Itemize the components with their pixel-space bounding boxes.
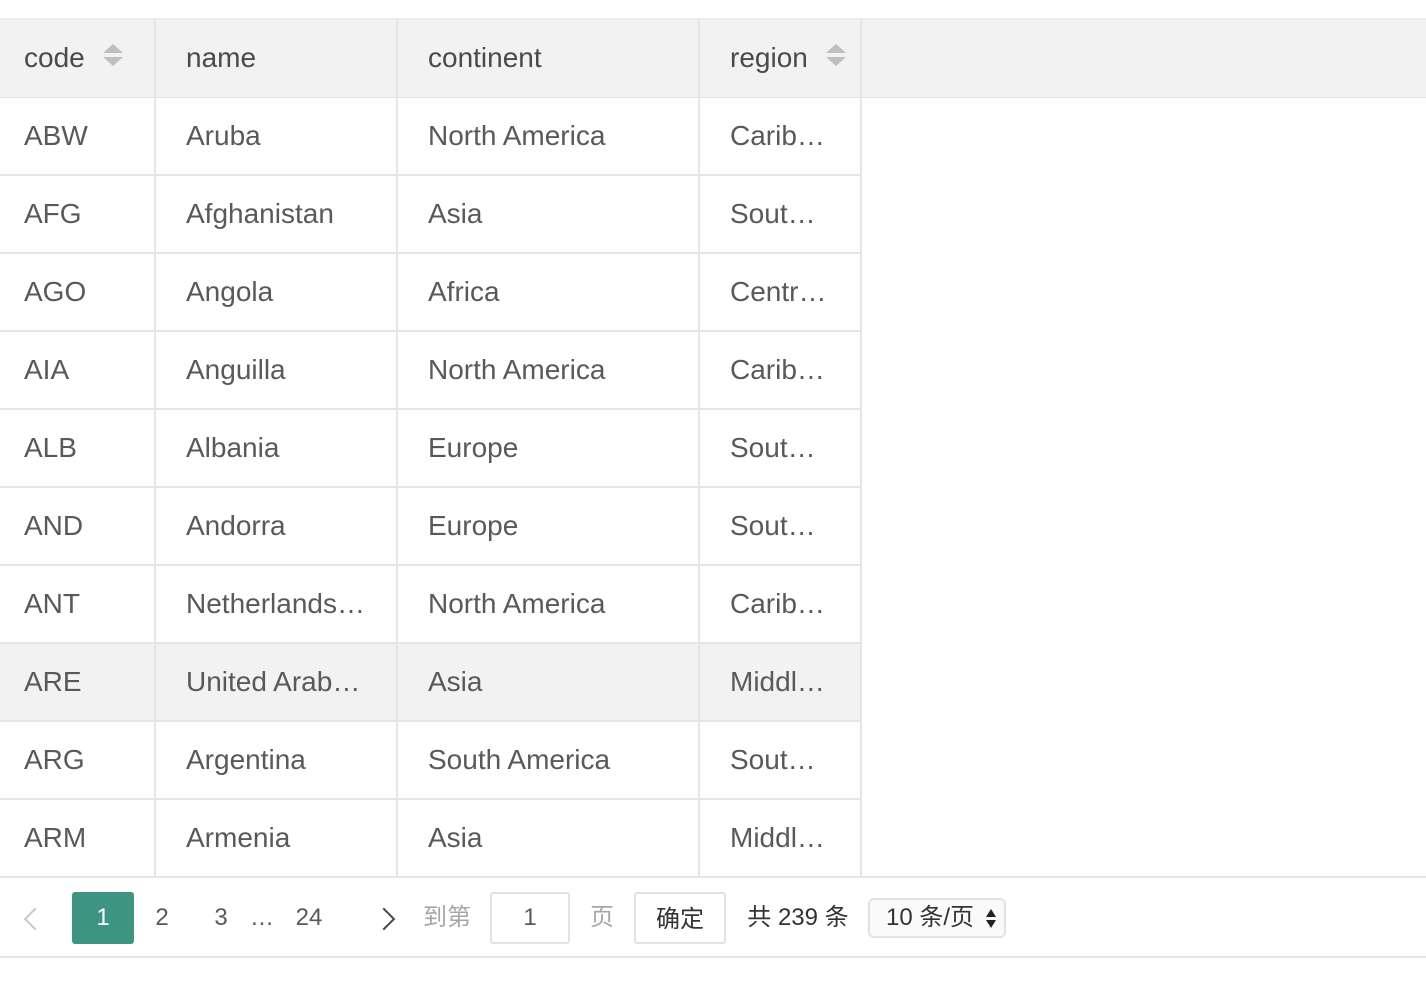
- select-arrows-icon: [986, 908, 996, 930]
- cell-region: Middl…: [699, 643, 862, 722]
- chevron-left-icon: [23, 907, 47, 931]
- cell-name: Armenia: [155, 799, 398, 878]
- cell-code: ARM: [0, 799, 156, 878]
- cell-continent: Europe: [397, 409, 700, 488]
- cell-region: Carib…: [699, 97, 862, 176]
- chevron-right-icon: [372, 907, 396, 931]
- cell-continent: North America: [397, 565, 700, 644]
- cell-code: ABW: [0, 97, 156, 176]
- cell-code: ARE: [0, 643, 156, 722]
- cell-region: Sout…: [699, 721, 862, 800]
- column-header-code[interactable]: code: [0, 20, 156, 98]
- cell-name: Anguilla: [155, 331, 398, 410]
- data-table: code name continent region ABW Aruba Nor…: [0, 20, 862, 878]
- table-row[interactable]: ANT Netherlands… North America Carib…: [0, 565, 862, 644]
- table-row[interactable]: AFG Afghanistan Asia Sout…: [0, 175, 862, 254]
- table-row[interactable]: AIA Anguilla North America Carib…: [0, 331, 862, 410]
- confirm-goto-button[interactable]: 确定: [634, 892, 726, 944]
- cell-code: ARG: [0, 721, 156, 800]
- table-row[interactable]: ARG Argentina South America Sout…: [0, 721, 862, 800]
- cell-name: United Arab…: [155, 643, 398, 722]
- sort-icon[interactable]: [102, 44, 123, 68]
- cell-name: Angola: [155, 253, 398, 332]
- cell-continent: Asia: [397, 643, 700, 722]
- cell-continent: North America: [397, 331, 700, 410]
- cell-code: ALB: [0, 409, 156, 488]
- table-row[interactable]: ALB Albania Europe Sout…: [0, 409, 862, 488]
- page-button-3[interactable]: 3: [201, 892, 241, 944]
- column-header-label: name: [186, 42, 257, 74]
- table-header-row: code name continent region: [0, 20, 862, 98]
- cell-continent: Africa: [397, 253, 700, 332]
- goto-prefix-label: 到第: [423, 904, 471, 931]
- table-row[interactable]: ARE United Arab… Asia Middl…: [0, 643, 862, 722]
- cell-code: AIA: [0, 331, 156, 410]
- table-row[interactable]: ARM Armenia Asia Middl…: [0, 799, 862, 878]
- cell-region: Carib…: [699, 331, 862, 410]
- column-header-label: code: [24, 42, 85, 74]
- cell-continent: North America: [397, 97, 700, 176]
- cell-region: Sout…: [699, 487, 862, 566]
- goto-page-input[interactable]: [490, 892, 570, 944]
- column-header-continent: continent: [397, 20, 700, 98]
- page-size-value: 10 条/页: [886, 904, 975, 931]
- cell-region: Sout…: [699, 409, 862, 488]
- column-header-region[interactable]: region: [699, 20, 862, 98]
- column-header-label: region: [730, 42, 808, 74]
- cell-continent: Asia: [397, 175, 700, 254]
- page-size-select[interactable]: 10 条/页: [868, 898, 1006, 938]
- column-header-label: continent: [428, 42, 542, 74]
- next-page-button[interactable]: [366, 892, 402, 944]
- page-button-last[interactable]: 24: [289, 892, 329, 944]
- pagination: 1 2 3 … 24 到第 页 确定 共 239 条 10 条/页: [0, 878, 1426, 956]
- cell-code: AND: [0, 487, 156, 566]
- pagination-bottom-divider: [0, 956, 1426, 958]
- cell-name: Argentina: [155, 721, 398, 800]
- cell-name: Albania: [155, 409, 398, 488]
- data-table-page: code name continent region ABW Aruba Nor…: [0, 0, 1426, 984]
- pagination-ellipsis[interactable]: …: [242, 892, 282, 944]
- cell-continent: Asia: [397, 799, 700, 878]
- column-header-name: name: [155, 20, 398, 98]
- table-row[interactable]: ABW Aruba North America Carib…: [0, 97, 862, 176]
- cell-name: Netherlands…: [155, 565, 398, 644]
- cell-code: ANT: [0, 565, 156, 644]
- table-row[interactable]: AND Andorra Europe Sout…: [0, 487, 862, 566]
- total-count-label: 共 239 条: [747, 904, 849, 931]
- prev-page-button[interactable]: [20, 892, 50, 944]
- cell-name: Aruba: [155, 97, 398, 176]
- cell-code: AGO: [0, 253, 156, 332]
- cell-name: Afghanistan: [155, 175, 398, 254]
- cell-continent: South America: [397, 721, 700, 800]
- cell-region: Centr…: [699, 253, 862, 332]
- table-row[interactable]: AGO Angola Africa Centr…: [0, 253, 862, 332]
- cell-code: AFG: [0, 175, 156, 254]
- sort-icon[interactable]: [825, 44, 846, 68]
- page-button-1[interactable]: 1: [72, 892, 134, 944]
- cell-region: Middl…: [699, 799, 862, 878]
- page-button-2[interactable]: 2: [142, 892, 182, 944]
- cell-region: Carib…: [699, 565, 862, 644]
- goto-suffix-label: 页: [590, 904, 614, 931]
- cell-name: Andorra: [155, 487, 398, 566]
- cell-continent: Europe: [397, 487, 700, 566]
- cell-region: Sout…: [699, 175, 862, 254]
